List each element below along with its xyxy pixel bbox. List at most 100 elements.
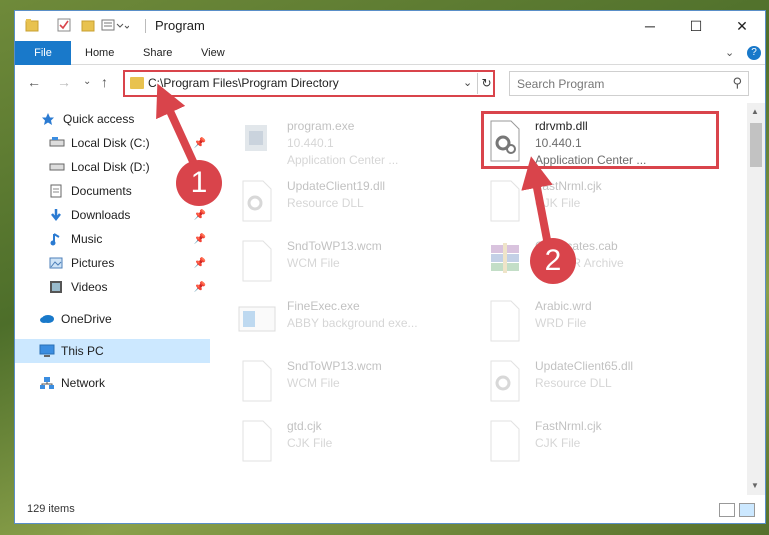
new-folder-icon[interactable] — [81, 18, 95, 34]
file-name: Arabic.wrd — [535, 299, 592, 313]
title-separator — [145, 19, 146, 33]
nav-item-network[interactable]: Network — [15, 371, 210, 395]
folder-icon — [25, 18, 39, 34]
file-type: WRD File — [535, 316, 587, 330]
back-arrow-icon[interactable]: ← — [27, 74, 41, 90]
nav-item-pictures[interactable]: Pictures 📌 — [15, 251, 210, 275]
address-row: ← → ⌄ ↑ C:\Program Files\Program Directo… — [15, 69, 765, 99]
file-name: SndToWP13.wcm — [287, 359, 382, 373]
tab-home[interactable]: Home — [73, 41, 126, 65]
file-type: Resource DLL — [535, 376, 612, 390]
file-item[interactable]: FastNrml.cjk CJK File — [485, 177, 725, 237]
address-path[interactable]: C:\Program Files\Program Directory — [148, 76, 339, 90]
file-description: Application Center ... — [287, 153, 399, 167]
customize-qa-icon[interactable] — [101, 18, 130, 34]
scroll-thumb[interactable] — [750, 123, 762, 167]
file-item[interactable]: FineExec.exe ABBY background exe... — [237, 297, 477, 357]
expand-ribbon-icon[interactable]: ⌄ — [725, 46, 734, 59]
forward-arrow-icon[interactable]: → — [57, 74, 71, 90]
up-arrow-icon[interactable]: ↑ — [101, 74, 108, 90]
pin-icon[interactable]: 📌 — [194, 234, 206, 245]
file-name: FastNrml.cjk — [535, 179, 602, 193]
file-icon — [237, 239, 277, 287]
nav-item-label: This PC — [61, 344, 104, 358]
search-input[interactable]: Search Program ⚲ — [509, 71, 749, 96]
address-bar[interactable]: C:\Program Files\Program Directory ⌄ ↻ — [123, 70, 495, 97]
file-name: FastNrml.cjk — [535, 419, 602, 433]
nav-item-label: Pictures — [71, 256, 115, 270]
properties-icon[interactable] — [57, 18, 71, 34]
file-icon — [237, 419, 277, 467]
explorer-window: Program ─ ☐ ✕ File Home Share View ⌄ ? ←… — [14, 10, 766, 524]
dll-gear-icon — [237, 179, 277, 227]
tab-file[interactable]: File — [15, 41, 71, 65]
file-item[interactable]: program.exe 10.440.1 Application Center … — [237, 117, 477, 177]
file-item[interactable]: SndToWP13.wcm WCM File — [237, 237, 477, 297]
nav-item-music[interactable]: Music 📌 — [15, 227, 210, 251]
drive-icon — [49, 136, 65, 150]
nav-item-onedrive[interactable]: OneDrive — [15, 307, 210, 331]
file-item[interactable]: FastNrml.cjk CJK File — [485, 417, 725, 477]
nav-item-label: Downloads — [71, 208, 131, 222]
file-list: program.exe 10.440.1 Application Center … — [213, 103, 747, 495]
address-dropdown-chevron-icon[interactable]: ⌄ — [463, 76, 472, 89]
file-highlight-box — [481, 111, 719, 169]
minimize-button[interactable]: ─ — [627, 11, 673, 41]
search-icon[interactable]: ⚲ — [732, 75, 742, 91]
file-item[interactable]: UpdateClient19.dll Resource DLL — [237, 177, 477, 237]
pin-icon[interactable]: 📌 — [194, 282, 206, 293]
file-name: UpdateClient65.dll — [535, 359, 634, 373]
tab-share[interactable]: Share — [131, 41, 184, 65]
nav-item-quick-access[interactable]: Quick access — [15, 107, 210, 131]
nav-item-videos[interactable]: Videos 📌 — [15, 275, 210, 299]
annotation-badge-1: 1 — [176, 160, 222, 206]
vertical-scrollbar[interactable]: ▲ ▼ — [747, 103, 765, 495]
title-bar: Program ─ ☐ ✕ — [15, 11, 765, 41]
file-item[interactable]: Certificates.cab WinRAR Archive — [485, 237, 725, 297]
file-item[interactable]: UpdateClient65.dll Resource DLL — [485, 357, 725, 417]
file-type: WCM File — [287, 376, 340, 390]
nav-item-downloads[interactable]: Downloads 📌 — [15, 203, 210, 227]
star-icon — [41, 112, 57, 126]
search-placeholder: Search Program — [517, 77, 605, 91]
file-type: Resource DLL — [287, 196, 364, 210]
tab-view[interactable]: View — [189, 41, 237, 65]
nav-item-label: Quick access — [63, 112, 135, 126]
nav-item-local-disk-c[interactable]: Local Disk (C:) 📌 — [15, 131, 210, 155]
maximize-button[interactable]: ☐ — [673, 11, 719, 41]
recent-locations-chevron-icon[interactable]: ⌄ — [83, 76, 91, 87]
scroll-down-icon[interactable]: ▼ — [751, 481, 759, 490]
large-icons-view-icon[interactable] — [739, 503, 755, 517]
nav-item-label: Music — [71, 232, 103, 246]
file-item[interactable]: gtd.cjk CJK File — [237, 417, 477, 477]
pin-icon[interactable]: 📌 — [194, 258, 206, 269]
nav-item-label: Network — [61, 376, 106, 390]
file-type: CJK File — [535, 436, 581, 450]
file-icon — [485, 299, 525, 347]
exe-icon — [237, 119, 277, 167]
scroll-up-icon[interactable]: ▲ — [751, 107, 759, 116]
dll-gear-icon — [485, 359, 525, 407]
file-item[interactable]: SndToWP13.wcm WCM File — [237, 357, 477, 417]
file-item[interactable]: Arabic.wrd WRD File — [485, 297, 725, 357]
music-icon — [49, 232, 65, 246]
pc-icon — [39, 344, 55, 358]
details-view-icon[interactable] — [719, 503, 735, 517]
nav-item-this-pc[interactable]: This PC — [15, 339, 210, 363]
nav-item-label: OneDrive — [61, 312, 112, 326]
close-button[interactable]: ✕ — [719, 11, 765, 41]
file-type: WCM File — [287, 256, 340, 270]
help-icon[interactable]: ? — [747, 46, 761, 60]
file-name: UpdateClient19.dll — [287, 179, 386, 193]
refresh-icon[interactable]: ↻ — [477, 73, 495, 94]
window-title: Program — [155, 18, 205, 33]
file-icon — [237, 359, 277, 407]
documents-icon — [49, 184, 65, 198]
pin-icon[interactable]: 📌 — [194, 138, 206, 149]
network-icon — [39, 376, 55, 390]
pin-icon[interactable]: 📌 — [194, 210, 206, 221]
file-name: program.exe — [287, 119, 355, 133]
file-name: SndToWP13.wcm — [287, 239, 382, 253]
item-count: 129 items — [27, 503, 75, 515]
cloud-icon — [39, 312, 55, 326]
